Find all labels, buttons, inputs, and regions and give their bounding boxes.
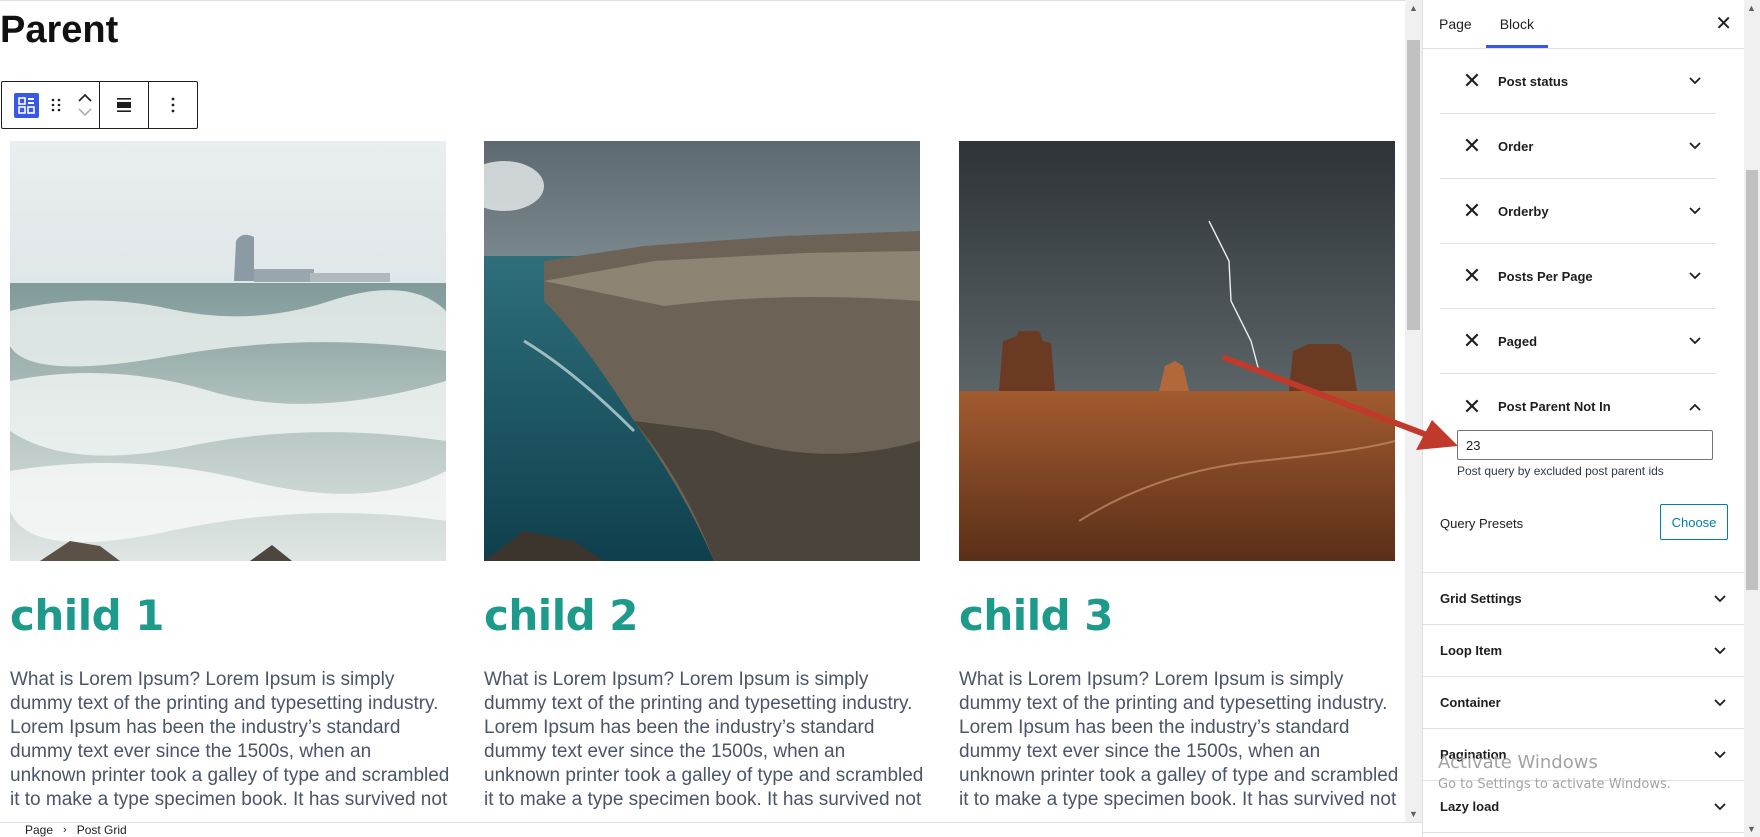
scrollbar-thumb[interactable]: [1746, 170, 1758, 590]
chevron-down-icon[interactable]: [1686, 72, 1704, 90]
scroll-down-arrow-icon[interactable]: ▼: [1409, 809, 1418, 819]
chevron-up-icon[interactable]: [1686, 398, 1704, 416]
post-image-sea[interactable]: [10, 141, 446, 561]
panel-grid-settings[interactable]: Grid Settings: [1423, 573, 1745, 625]
chevron-down-icon[interactable]: [1686, 137, 1704, 155]
more-vertical-icon[interactable]: [149, 82, 197, 128]
watermark-subtitle: Go to Settings to activate Windows.: [1438, 777, 1671, 792]
post-parent-not-in-help: Post query by excluded post parent ids: [1457, 464, 1664, 478]
breadcrumb-page[interactable]: Page: [25, 823, 53, 837]
tab-block[interactable]: Block: [1486, 0, 1548, 48]
panel-label: Container: [1440, 695, 1501, 710]
remove-icon[interactable]: ✕: [1460, 68, 1484, 94]
watermark-title: Activate Windows: [1438, 752, 1598, 773]
scroll-up-arrow-icon[interactable]: ▲: [1747, 3, 1756, 13]
post-card: child 2 What is Lorem Ipsum? Lorem Ipsum…: [484, 141, 923, 810]
chevron-down-icon: [1711, 642, 1729, 660]
panel-loop-item[interactable]: Loop Item: [1423, 625, 1745, 677]
align-icon[interactable]: [100, 82, 148, 128]
panel-label: Grid Settings: [1440, 591, 1522, 606]
breadcrumb-post-grid[interactable]: Post Grid: [77, 823, 127, 837]
post-title[interactable]: child 3: [959, 591, 1114, 640]
breadcrumb: Page › Post Grid: [0, 822, 1422, 837]
query-item-label: Paged: [1498, 333, 1538, 349]
chevron-down-icon: [1711, 746, 1729, 764]
query-item-label: Posts Per Page: [1498, 268, 1593, 284]
query-item-post-status: ✕ Post status: [1440, 49, 1716, 114]
close-icon[interactable]: ✕: [1715, 14, 1732, 34]
chevron-down-icon[interactable]: [78, 107, 92, 117]
sidebar-scrollbar[interactable]: ▲ ▼: [1744, 0, 1760, 837]
toolbar-group-block: [2, 82, 100, 128]
chevron-down-icon: [1711, 694, 1729, 712]
tab-page[interactable]: Page: [1423, 0, 1486, 48]
post-excerpt: What is Lorem Ipsum? Lorem Ipsum is simp…: [959, 669, 1399, 810]
toolbar-group-options: [149, 82, 197, 128]
toolbar-group-align: [100, 82, 149, 128]
annotation-arrow-icon: [1222, 355, 1458, 450]
block-mover: [71, 93, 99, 117]
post-parent-not-in-input[interactable]: [1457, 430, 1713, 460]
post-excerpt: What is Lorem Ipsum? Lorem Ipsum is simp…: [484, 669, 924, 810]
chevron-down-icon: [1711, 590, 1729, 608]
query-item-posts-per-page: ✕ Posts Per Page: [1440, 244, 1716, 309]
query-item-label: Orderby: [1498, 203, 1549, 219]
editor-canvas: Parent child 1 What is Lorem Ipsum? Lore…: [0, 0, 1405, 822]
block-toolbar: [1, 81, 198, 129]
query-item-label: Post status: [1498, 73, 1569, 89]
panel-label: Lazy load: [1440, 799, 1500, 814]
scrollbar-thumb[interactable]: [1407, 40, 1420, 330]
remove-icon[interactable]: ✕: [1460, 133, 1484, 159]
page-title[interactable]: Parent: [0, 9, 118, 52]
post-title[interactable]: child 1: [10, 591, 165, 640]
post-title[interactable]: child 2: [484, 591, 639, 640]
panel-container[interactable]: Container: [1423, 677, 1745, 729]
query-item-order: ✕ Order: [1440, 114, 1716, 179]
sidebar-tabs: Page Block ✕: [1423, 0, 1744, 49]
remove-icon[interactable]: ✕: [1460, 263, 1484, 289]
chevron-down-icon[interactable]: [1686, 202, 1704, 220]
grid-block-icon[interactable]: [14, 92, 39, 118]
query-item-orderby: ✕ Orderby: [1440, 179, 1716, 244]
scroll-up-arrow-icon[interactable]: ▲: [1409, 3, 1418, 13]
query-item-label: Order: [1498, 138, 1534, 154]
query-item-label: Post Parent Not In: [1498, 399, 1611, 414]
query-presets-label: Query Presets: [1440, 516, 1524, 531]
post-card: child 1 What is Lorem Ipsum? Lorem Ipsum…: [10, 141, 449, 810]
chevron-down-icon: [1711, 798, 1729, 816]
choose-preset-button[interactable]: Choose: [1660, 504, 1728, 540]
scroll-down-arrow-icon[interactable]: ▼: [1747, 824, 1756, 834]
query-item-paged: ✕ Paged: [1440, 309, 1716, 374]
drag-handle-icon[interactable]: [41, 82, 71, 128]
activate-windows-watermark: Activate Windows Go to Settings to activ…: [1438, 752, 1671, 792]
post-excerpt: What is Lorem Ipsum? Lorem Ipsum is simp…: [10, 669, 450, 810]
chevron-up-icon[interactable]: [78, 93, 92, 103]
chevron-down-icon[interactable]: [1686, 267, 1704, 285]
post-image-coast[interactable]: [484, 141, 920, 561]
remove-icon[interactable]: ✕: [1460, 198, 1484, 224]
panel-label: Loop Item: [1440, 643, 1503, 658]
chevron-right-icon: ›: [63, 824, 67, 836]
chevron-down-icon[interactable]: [1686, 332, 1704, 350]
